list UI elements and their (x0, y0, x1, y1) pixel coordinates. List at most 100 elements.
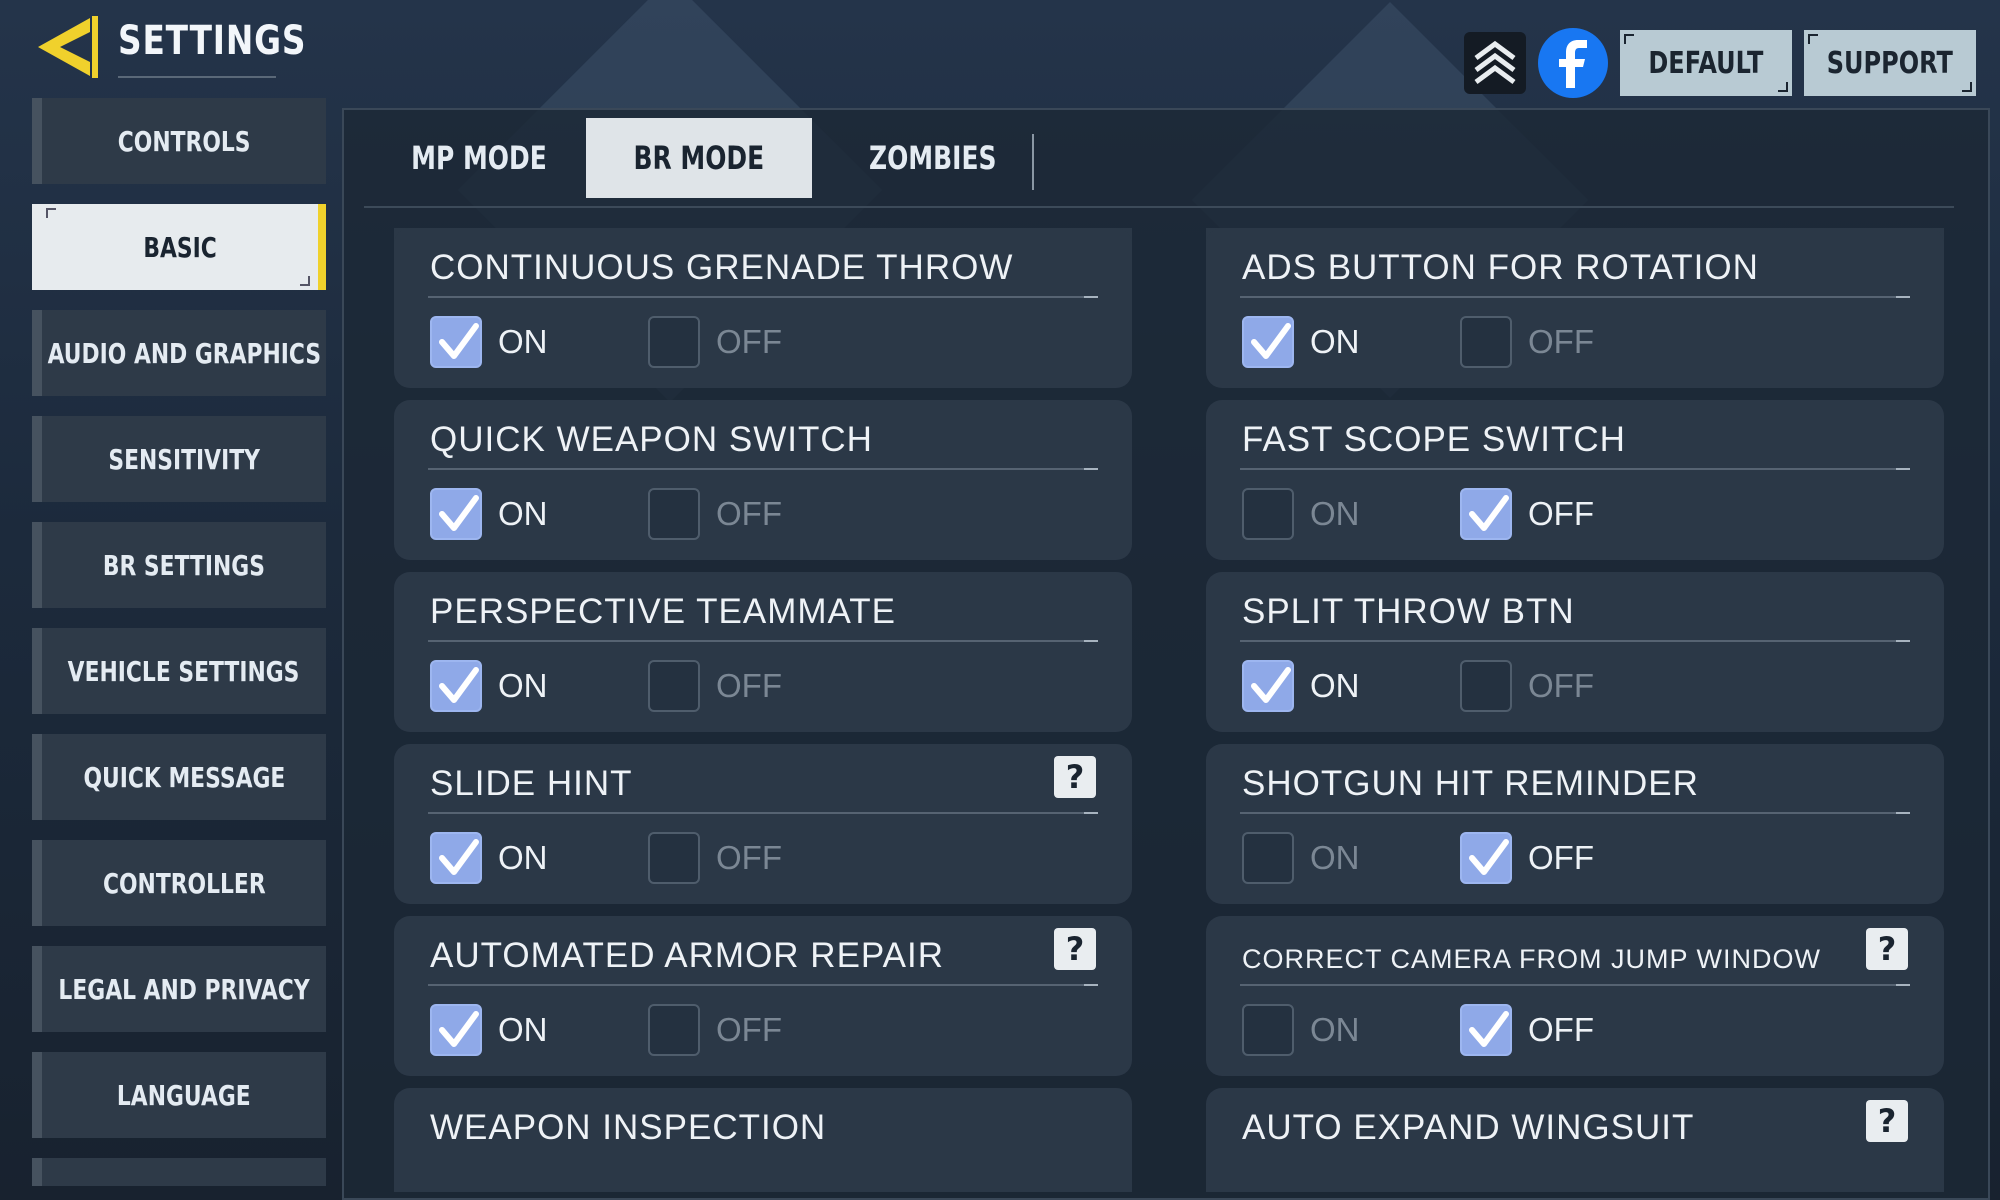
option-off[interactable]: OFF (648, 1004, 782, 1056)
option-label: ON (1310, 1011, 1360, 1048)
option-on[interactable]: ON (1242, 832, 1360, 884)
back-arrow-icon[interactable] (30, 14, 100, 80)
option-off[interactable]: OFF (1460, 488, 1594, 540)
option-on[interactable]: ON (430, 660, 548, 712)
rank-chevron-icon[interactable] (1464, 32, 1526, 94)
option-on[interactable]: ON (1242, 660, 1360, 712)
settings-panel: MP MODE BR MODE ZOMBIES CONTINUOUS GRENA… (342, 108, 1990, 1200)
checkbox[interactable] (1242, 1004, 1294, 1056)
sidebar-item-legal-and-privacy[interactable]: LEGAL AND PRIVACY (32, 946, 326, 1032)
setting-card-split-throw-btn: SPLIT THROW BTN ON OFF (1206, 572, 1944, 732)
help-icon[interactable]: ? (1866, 1100, 1908, 1142)
sidebar-item-label: BR SETTINGS (102, 548, 266, 582)
option-label: OFF (1528, 839, 1594, 876)
settings-list: CONTINUOUS GRENADE THROW ON OFF QUICK WEAPO… (344, 228, 1988, 1192)
option-on[interactable]: ON (1242, 488, 1360, 540)
tab-br-mode[interactable]: BR MODE (586, 118, 812, 198)
option-on[interactable]: ON (1242, 1004, 1360, 1056)
support-button[interactable]: SUPPORT (1804, 30, 1976, 96)
sidebar-item-label: QUICK MESSAGE (83, 760, 285, 794)
help-icon[interactable]: ? (1866, 928, 1908, 970)
sidebar-item-label: LANGUAGE (117, 1078, 251, 1112)
checkbox[interactable] (1242, 832, 1294, 884)
checkbox[interactable] (1242, 488, 1294, 540)
checkbox[interactable] (648, 1004, 700, 1056)
setting-card-perspective-teammate: PERSPECTIVE TEAMMATE ON OFF (394, 572, 1132, 732)
setting-title: AUTO EXPAND WINGSUIT (1242, 1108, 1695, 1147)
sidebar-item-controller[interactable]: CONTROLLER (32, 840, 326, 926)
sidebar-item-basic[interactable]: BASIC (32, 204, 326, 290)
option-label: OFF (716, 839, 782, 876)
sidebar-item-controls[interactable]: CONTROLS (32, 98, 326, 184)
sidebar-item-quick-message[interactable]: QUICK MESSAGE (32, 734, 326, 820)
checkbox-checked[interactable] (1460, 488, 1512, 540)
setting-title: CONTINUOUS GRENADE THROW (430, 248, 1014, 287)
tab-mp-mode[interactable]: MP MODE (384, 118, 574, 198)
facebook-icon[interactable] (1538, 28, 1608, 98)
option-label: OFF (716, 323, 782, 360)
option-label: OFF (1528, 1011, 1594, 1048)
option-off[interactable]: OFF (648, 316, 782, 368)
sidebar-item-br-settings[interactable]: BR SETTINGS (32, 522, 326, 608)
setting-title: ADS BUTTON FOR ROTATION (1242, 248, 1759, 287)
option-on[interactable]: ON (430, 488, 548, 540)
option-on[interactable]: ON (1242, 316, 1360, 368)
option-off[interactable]: OFF (1460, 660, 1594, 712)
sidebar-item-sensitivity[interactable]: SENSITIVITY (32, 416, 326, 502)
option-off[interactable]: OFF (1460, 1004, 1594, 1056)
option-label: ON (1310, 495, 1360, 532)
sidebar-item-audio-and-graphics[interactable]: AUDIO AND GRAPHICS (32, 310, 326, 396)
help-icon[interactable]: ? (1054, 928, 1096, 970)
checkbox-checked[interactable] (430, 488, 482, 540)
checkbox-checked[interactable] (1242, 316, 1294, 368)
default-button[interactable]: DEFAULT (1620, 30, 1792, 96)
help-icon[interactable]: ? (1054, 756, 1096, 798)
checkbox[interactable] (1460, 316, 1512, 368)
checkbox-checked[interactable] (430, 660, 482, 712)
setting-card-correct-camera-from-jump-window: CORRECT CAMERA FROM JUMP WINDOW? ON OFF (1206, 916, 1944, 1076)
checkbox[interactable] (648, 488, 700, 540)
sidebar-item-language[interactable]: LANGUAGE (32, 1052, 326, 1138)
option-off[interactable]: OFF (1460, 316, 1594, 368)
option-label: ON (498, 839, 548, 876)
setting-card-continuous-grenade-throw: CONTINUOUS GRENADE THROW ON OFF (394, 228, 1132, 388)
checkbox[interactable] (648, 316, 700, 368)
sidebar-item-label: CONTROLS (117, 124, 251, 158)
setting-divider (1240, 296, 1910, 298)
setting-title: AUTOMATED ARMOR REPAIR (430, 936, 944, 975)
setting-divider (428, 296, 1098, 298)
setting-card-weapon-inspection: WEAPON INSPECTION (394, 1088, 1132, 1192)
setting-divider (1240, 640, 1910, 642)
checkbox-checked[interactable] (430, 832, 482, 884)
option-on[interactable]: ON (430, 316, 548, 368)
setting-title: CORRECT CAMERA FROM JUMP WINDOW (1242, 944, 1822, 974)
setting-title: QUICK WEAPON SWITCH (430, 420, 873, 459)
option-off[interactable]: OFF (648, 488, 782, 540)
option-on[interactable]: ON (430, 1004, 548, 1056)
setting-divider (428, 984, 1098, 986)
checkbox-checked[interactable] (1460, 1004, 1512, 1056)
checkbox-checked[interactable] (430, 316, 482, 368)
option-off[interactable]: OFF (648, 660, 782, 712)
option-on[interactable]: ON (430, 832, 548, 884)
support-button-label: SUPPORT (1826, 45, 1954, 81)
checkbox-checked[interactable] (430, 1004, 482, 1056)
option-off[interactable]: OFF (1460, 832, 1594, 884)
option-off[interactable]: OFF (648, 832, 782, 884)
checkbox[interactable] (648, 832, 700, 884)
checkbox[interactable] (1460, 660, 1512, 712)
mode-tabs: MP MODE BR MODE ZOMBIES (344, 110, 1988, 208)
checkbox-checked[interactable] (1460, 832, 1512, 884)
setting-card-ads-button-for-rotation: ADS BUTTON FOR ROTATION ON OFF (1206, 228, 1944, 388)
tab-divider (1032, 134, 1034, 190)
option-label: OFF (1528, 323, 1594, 360)
tab-zombies[interactable]: ZOMBIES (826, 118, 1040, 198)
tabs-underline (364, 206, 1954, 208)
setting-card-slide-hint: SLIDE HINT? ON OFF (394, 744, 1132, 904)
checkbox[interactable] (648, 660, 700, 712)
sidebar-item-label: LEGAL AND PRIVACY (58, 972, 310, 1006)
sidebar-item-partial[interactable] (32, 1158, 326, 1186)
checkbox-checked[interactable] (1242, 660, 1294, 712)
sidebar-item-vehicle-settings[interactable]: VEHICLE SETTINGS (32, 628, 326, 714)
default-button-label: DEFAULT (1648, 45, 1764, 81)
